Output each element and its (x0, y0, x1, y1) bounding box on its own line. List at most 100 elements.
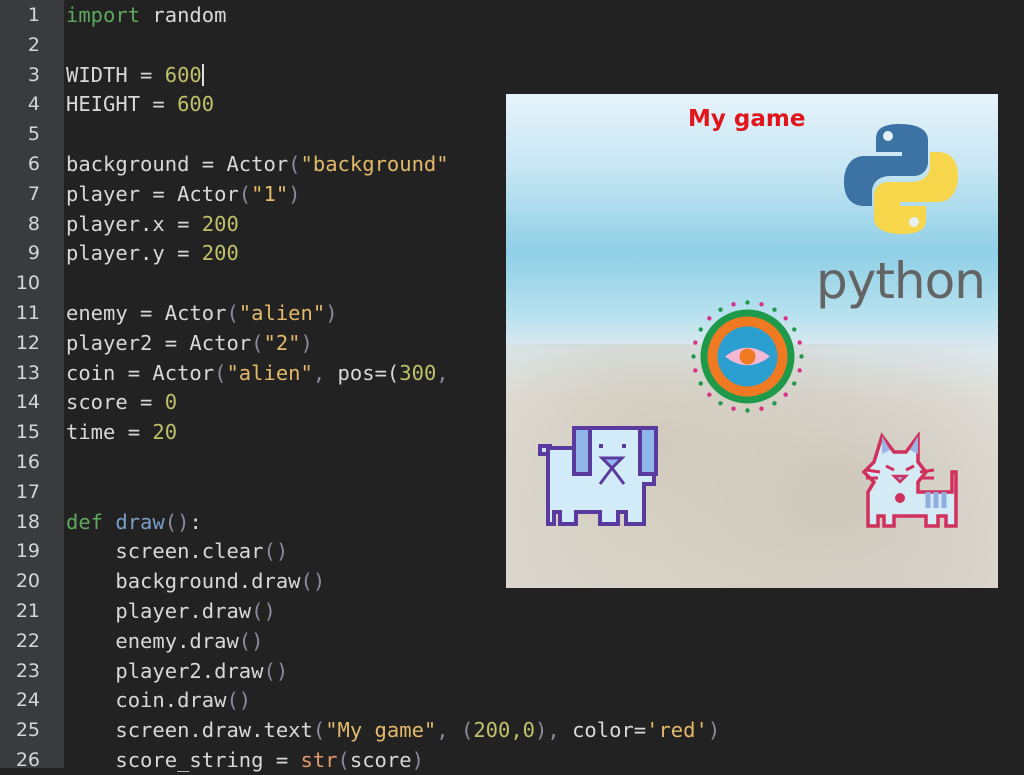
code-token: random (140, 3, 227, 27)
code-token: def (66, 509, 104, 534)
code-token: draw (115, 509, 165, 534)
line-number: 24 (15, 689, 40, 712)
code-line[interactable]: screen.draw.text("My game", (200,0), col… (66, 715, 720, 745)
line-number: 21 (15, 600, 40, 622)
code-line[interactable]: coin.draw() (66, 685, 251, 715)
code-token: () (251, 599, 276, 623)
mandala-dot (731, 302, 736, 307)
code-token: ), (535, 718, 573, 743)
code-token: ( (288, 152, 301, 176)
code-token: ) (411, 748, 424, 772)
code-line[interactable]: score = 0 (66, 387, 177, 417)
code-line[interactable]: score_string = str(score) (66, 745, 424, 775)
code-token: "2" (263, 330, 301, 355)
code-line[interactable]: player2 = Actor("2") (66, 328, 313, 358)
code-token: pos=( (337, 360, 400, 385)
mandala-dot (797, 340, 802, 345)
mandala-dot (783, 392, 788, 397)
mandala-dot (792, 327, 797, 332)
mandala-dot (698, 327, 703, 332)
code-token: () (238, 628, 264, 653)
code-token: background.draw (66, 569, 301, 594)
code-token: ) (325, 301, 338, 325)
code-token: enemy = Actor (66, 301, 227, 325)
line-number: 11 (15, 302, 40, 324)
code-token: ( (226, 301, 239, 325)
code-token: 200,0 (473, 718, 536, 743)
line-number: 18 (15, 510, 40, 533)
code-token: score = (66, 390, 165, 415)
cat-icon (861, 432, 958, 528)
code-token: () (226, 688, 252, 713)
code-token: HEIGHT = (66, 92, 178, 117)
line-number: 3 (27, 63, 40, 86)
code-token: () (300, 569, 326, 594)
code-token: : (189, 509, 202, 534)
code-line[interactable]: screen.clear() (66, 536, 288, 566)
code-token: , (436, 360, 449, 385)
code-token: player2.draw (66, 658, 264, 683)
dog-icon (538, 426, 658, 526)
code-token: score (349, 748, 412, 772)
code-token: , (312, 360, 338, 385)
code-line[interactable]: coin = Actor("alien", pos=(300, (66, 358, 449, 388)
game-window[interactable]: My game python (506, 94, 998, 588)
mandala-dot (759, 302, 764, 307)
code-line[interactable]: player.draw() (66, 596, 276, 626)
mandala-dot (745, 408, 750, 413)
mandala-dot (691, 354, 696, 359)
code-token: time = (66, 420, 153, 445)
python-logo-text: python (816, 252, 986, 310)
line-number: 19 (15, 540, 40, 563)
mandala-dot (759, 406, 764, 411)
code-line[interactable]: enemy.draw() (66, 626, 263, 656)
code-token: str (300, 748, 338, 772)
code-token: import (66, 3, 141, 27)
line-number: 25 (15, 719, 40, 742)
mandala-dot (718, 401, 723, 406)
code-token: "alien" (226, 360, 313, 385)
mandala-dot (799, 354, 804, 359)
code-line[interactable]: background = Actor("background" (66, 149, 449, 179)
mandala-dot (772, 401, 777, 406)
mandala-dot (707, 316, 712, 321)
code-line[interactable]: enemy = Actor("alien") (66, 298, 338, 328)
line-number: 23 (15, 659, 40, 682)
line-number: 8 (27, 212, 40, 235)
code-token: () (263, 658, 289, 683)
code-line[interactable]: player.y = 200 (66, 238, 239, 268)
code-token: ) (707, 718, 721, 743)
mandala-dot (693, 368, 698, 373)
code-token: coin = Actor (66, 360, 215, 385)
code-token: 'red' (646, 718, 708, 743)
line-number: 16 (15, 451, 40, 473)
code-token: ( (214, 360, 227, 385)
code-line[interactable]: HEIGHT = 600 (66, 89, 214, 119)
mandala-dot (731, 406, 736, 411)
game-title-text: My game (688, 106, 806, 132)
code-token: () (164, 509, 190, 534)
code-token: screen.draw.text (66, 718, 313, 743)
code-token: 200 (201, 211, 239, 236)
code-line[interactable]: player.x = 200 (66, 209, 239, 239)
code-line[interactable]: def draw(): (66, 507, 202, 537)
line-number: 1 (27, 4, 40, 26)
mandala-dot (792, 381, 797, 386)
mandala-eye-icon (691, 300, 804, 413)
mandala-dot (698, 381, 703, 386)
code-token: 200 (201, 241, 239, 266)
line-number: 14 (15, 391, 40, 414)
code-token: 20 (152, 420, 178, 445)
code-line[interactable]: import random (66, 0, 226, 30)
code-token: ( (238, 181, 252, 206)
python-logo-icon (844, 124, 958, 234)
line-number: 12 (15, 331, 40, 354)
code-line[interactable]: WIDTH = 600 (66, 60, 204, 90)
code-token: player = Actor (66, 181, 239, 206)
code-line[interactable]: player = Actor("1") (66, 179, 301, 209)
code-line[interactable]: player2.draw() (66, 656, 288, 686)
code-token: enemy.draw (66, 628, 239, 653)
code-line[interactable]: background.draw() (66, 566, 325, 596)
code-line[interactable]: time = 20 (66, 417, 177, 447)
code-token: "background" (300, 152, 449, 176)
